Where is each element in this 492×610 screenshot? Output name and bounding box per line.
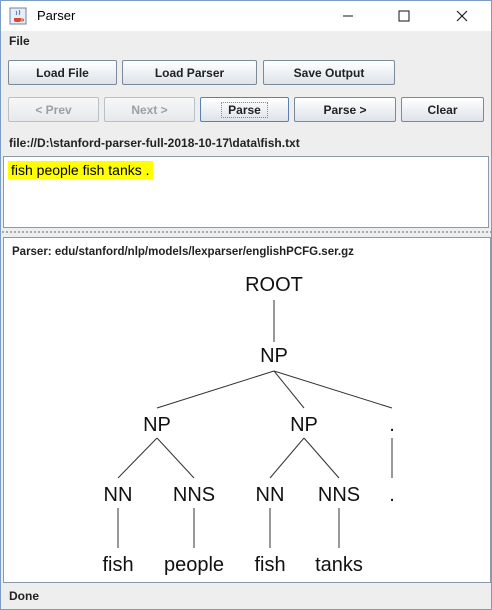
node-nns-2: NNS bbox=[318, 484, 360, 506]
prev-button[interactable]: < Prev bbox=[8, 97, 99, 122]
node-nn-1: NN bbox=[104, 484, 133, 506]
load-file-button[interactable]: Load File bbox=[8, 60, 117, 85]
word-fish-2: fish bbox=[254, 554, 285, 576]
parse-button[interactable]: Parse bbox=[200, 97, 289, 122]
node-np-left: NP bbox=[143, 414, 171, 436]
node-np-mid: NP bbox=[290, 414, 318, 436]
parse-label: Parse bbox=[221, 101, 268, 118]
load-file-label: Load File bbox=[36, 65, 89, 80]
minimize-icon bbox=[343, 15, 353, 17]
node-nn-2: NN bbox=[256, 484, 285, 506]
clear-button[interactable]: Clear bbox=[401, 97, 484, 122]
menu-file[interactable]: File bbox=[9, 34, 30, 48]
load-parser-button[interactable]: Load Parser bbox=[122, 60, 257, 85]
sentence-input[interactable]: fish people fish tanks . bbox=[3, 156, 489, 228]
parser-window: Parser File Load File Load Parser Save O… bbox=[0, 0, 492, 610]
node-root: ROOT bbox=[245, 274, 303, 296]
save-output-button[interactable]: Save Output bbox=[263, 60, 395, 85]
node-np-top: NP bbox=[260, 345, 288, 367]
node-period-word: . bbox=[389, 484, 395, 506]
node-period-tag: . bbox=[389, 414, 395, 436]
next-label: Next > bbox=[131, 102, 168, 117]
highlighted-sentence: fish people fish tanks . bbox=[8, 161, 153, 179]
split-pane-divider[interactable] bbox=[1, 229, 491, 235]
node-nns-1: NNS bbox=[173, 484, 215, 506]
load-parser-label: Load Parser bbox=[154, 65, 225, 80]
maximize-icon bbox=[398, 10, 410, 22]
close-icon bbox=[456, 10, 468, 22]
window-title: Parser bbox=[37, 8, 76, 23]
word-tanks: tanks bbox=[315, 554, 363, 576]
minimize-button[interactable] bbox=[325, 1, 371, 31]
title-bar: Parser bbox=[1, 1, 491, 31]
maximize-button[interactable] bbox=[381, 1, 427, 31]
file-path-label: file://D:\stanford-parser-full-2018-10-1… bbox=[9, 136, 300, 150]
word-people: people bbox=[164, 554, 224, 576]
menu-bar: File bbox=[1, 31, 491, 53]
prev-label: < Prev bbox=[35, 102, 72, 117]
parse-tree-panel: Parser: edu/stanford/nlp/models/lexparse… bbox=[3, 237, 491, 583]
clear-label: Clear bbox=[427, 102, 458, 117]
save-output-label: Save Output bbox=[293, 65, 365, 80]
close-button[interactable] bbox=[439, 1, 485, 31]
java-coffee-icon bbox=[9, 7, 27, 25]
parse-next-label: Parse > bbox=[323, 102, 367, 117]
next-button[interactable]: Next > bbox=[104, 97, 195, 122]
parse-tree: ROOT NP NP NP . NN NNS NN NNS . fish peo… bbox=[102, 274, 395, 576]
word-fish-1: fish bbox=[102, 554, 133, 576]
status-bar-text: Done bbox=[9, 589, 39, 603]
parse-next-button[interactable]: Parse > bbox=[294, 97, 396, 122]
